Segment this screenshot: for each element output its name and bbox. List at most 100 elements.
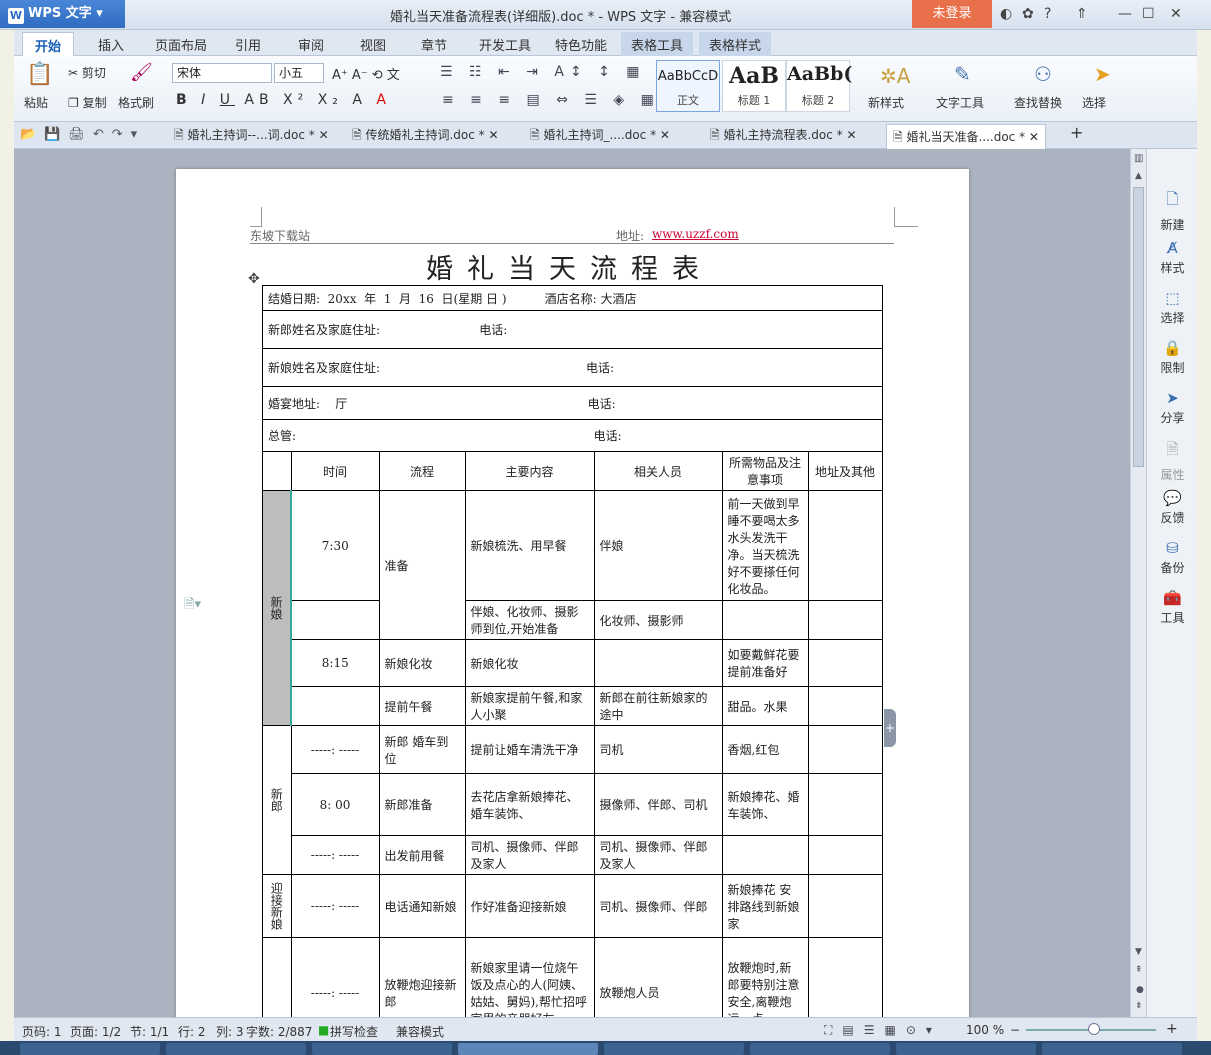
table-cell[interactable]: 甜品。水果 <box>721 686 809 726</box>
vertical-scrollbar[interactable]: ▥ ▲ ▼ ⇞ ● ⇟ <box>1130 149 1146 1017</box>
tab-view[interactable]: 视图 <box>360 35 386 54</box>
table-cell[interactable]: 7:30 <box>290 490 380 601</box>
table-cell[interactable]: 新娘化妆 <box>464 639 595 687</box>
table-cell[interactable] <box>807 874 883 938</box>
next-page-icon[interactable]: ⇟ <box>1135 1001 1143 1011</box>
table-cell[interactable] <box>807 639 883 687</box>
taskbar-item[interactable] <box>896 1043 1036 1055</box>
view-mode-icons[interactable]: ⛶▤☰▦⊙▾ <box>824 1023 942 1038</box>
zoom-slider-handle[interactable] <box>1088 1023 1100 1035</box>
table-cell[interactable]: 司机、摄像师、伴郎 <box>593 874 723 938</box>
table-cell[interactable]: 新娘家提前午餐,和家人小聚 <box>464 686 595 726</box>
taskbar-item[interactable] <box>750 1043 890 1055</box>
table-cell[interactable] <box>721 600 809 640</box>
cut-button[interactable]: ✂ 剪切 <box>68 64 106 81</box>
doc-tab-3[interactable]: 🗎 婚礼主持词_....doc * ✕ <box>530 126 670 147</box>
help-icon[interactable]: ? <box>1044 6 1051 22</box>
close-icon[interactable]: ✕ <box>1170 6 1182 22</box>
doc-tab-2[interactable]: 🗎 传统婚礼主持词.doc * ✕ <box>352 126 499 147</box>
table-cell[interactable]: 新娘梳洗、用早餐 <box>464 490 595 601</box>
font-grow-shrink-icon[interactable]: A⁺ A⁻ ⟲ 文 <box>332 64 400 83</box>
panel-feedback[interactable]: 💬 反馈 <box>1147 489 1198 526</box>
table-cell[interactable] <box>290 686 380 726</box>
spell-check-icon[interactable]: ■ <box>318 1023 329 1037</box>
font-family-select[interactable]: 宋体 <box>172 63 272 83</box>
paste-icon[interactable]: 📋 <box>26 62 53 87</box>
taskbar-item[interactable] <box>458 1043 598 1055</box>
panel-tools[interactable]: 🧰 工具 <box>1147 589 1198 626</box>
table-cell[interactable] <box>807 686 883 726</box>
quick-access-icons[interactable]: 📂💾🖨↶↷▾ <box>20 127 145 142</box>
tab-features[interactable]: 特色功能 <box>555 35 607 54</box>
panel-restrict[interactable]: 🔒 限制 <box>1147 339 1198 376</box>
table-cell[interactable] <box>290 600 380 640</box>
table-cell[interactable]: -----: ----- <box>290 937 380 1017</box>
table-cell[interactable]: 司机、摄像师、伴郎及家人 <box>593 835 723 875</box>
table-cell[interactable]: 放鞭炮迎接新郎 <box>378 937 466 1017</box>
table-cell[interactable] <box>721 835 809 875</box>
table-cell[interactable]: 化妆师、摄影师 <box>593 600 723 640</box>
app-menu-button[interactable]: W WPS 文字 ▾ <box>0 0 125 28</box>
list-indent-icons[interactable]: ☰ ☷ ⇤ ⇥ A↕ ↕ ▦ <box>440 64 646 80</box>
binoculars-icon[interactable]: ⚇ <box>1034 62 1052 86</box>
copy-button[interactable]: ❐ 复制 <box>68 94 107 111</box>
settings-icon[interactable]: ✿ <box>1022 6 1034 22</box>
tab-references[interactable]: 引用 <box>235 35 261 54</box>
table-cell[interactable]: 摄像师、伴郎、司机 <box>593 773 723 836</box>
table-cell[interactable] <box>807 937 883 1017</box>
table-cell[interactable]: 电话通知新娘 <box>378 874 466 938</box>
table-cell[interactable]: 8: 00 <box>290 773 380 836</box>
info-banquet[interactable]: 婚宴地址: 厅 电话: <box>262 386 883 420</box>
panel-properties[interactable]: 🗎 属性 <box>1147 439 1198 483</box>
info-groom[interactable]: 新郎姓名及家庭住址: 电话: <box>262 310 883 349</box>
add-column-handle[interactable]: + <box>884 709 896 747</box>
status-word-count[interactable]: 字数: 2/887 <box>246 1023 312 1040</box>
style-heading-1[interactable]: AaB 标题 1 <box>722 60 786 112</box>
table-cell[interactable] <box>807 600 883 640</box>
taskbar-item[interactable] <box>20 1043 160 1055</box>
table-cell[interactable]: 作好准备迎接新娘 <box>464 874 595 938</box>
table-cell[interactable]: 香烟,红包 <box>721 725 809 774</box>
table-cell[interactable] <box>807 835 883 875</box>
table-cell[interactable]: -----: ----- <box>290 835 380 875</box>
tab-developer[interactable]: 开发工具 <box>479 35 531 54</box>
doc-tab-1[interactable]: 🗎 婚礼主持词--...词.doc * ✕ <box>174 126 329 147</box>
table-cell[interactable] <box>593 639 723 687</box>
table-cell[interactable]: 新娘捧花 安排路线到新娘家 <box>721 874 809 938</box>
skin-icon[interactable]: ◐ <box>1000 6 1012 22</box>
group-bride[interactable]: 新娘 <box>262 490 292 726</box>
table-cell[interactable]: 司机 <box>593 725 723 774</box>
table-cell[interactable]: 新娘化妆 <box>378 639 466 687</box>
browse-object-icon[interactable]: ● <box>1136 985 1144 995</box>
new-style-icon[interactable]: ✲A <box>880 64 910 88</box>
font-style-buttons[interactable]: B I U AB X² X₂ A A <box>176 92 391 108</box>
table-header-cell[interactable]: 时间 <box>290 451 380 491</box>
find-replace-button[interactable]: 查找替换 <box>1014 94 1062 111</box>
paste-button[interactable]: 粘贴 <box>24 94 48 111</box>
font-size-select[interactable]: 小五 <box>274 63 324 83</box>
group-groom[interactable]: 新郎 <box>262 725 292 875</box>
table-cell[interactable]: -----: ----- <box>290 874 380 938</box>
table-cell[interactable]: 前一天做到早睡不要喝太多水头发洗干净。当天梳洗好不要搽任何化妆品。 <box>721 490 809 601</box>
info-bride[interactable]: 新娘姓名及家庭住址: 电话: <box>262 348 883 387</box>
panel-select[interactable]: ⬚ 选择 <box>1147 289 1198 326</box>
table-header-cell[interactable]: 所需物品及注意事项 <box>721 451 809 491</box>
info-wedding-date[interactable]: 结婚日期: 20xx 年 1 月 16 日(星期 日 ) 酒店名称: 大酒店 <box>262 285 883 311</box>
format-painter-icon[interactable]: 🖌 <box>130 62 153 83</box>
table-cell[interactable] <box>807 773 883 836</box>
tab-page-layout[interactable]: 页面布局 <box>155 35 207 54</box>
taskbar-item[interactable] <box>1042 1043 1182 1055</box>
taskbar-item[interactable] <box>166 1043 306 1055</box>
table-cell[interactable]: 新郎 婚车到位 <box>378 725 466 774</box>
text-tools-button[interactable]: 文字工具 <box>936 94 984 111</box>
status-spell-check[interactable]: 拼写检查 <box>330 1023 378 1040</box>
table-move-handle-icon[interactable]: ✥ <box>248 271 260 287</box>
select-button[interactable]: 选择 <box>1082 94 1106 111</box>
login-button[interactable]: 未登录 <box>912 0 992 28</box>
table-cell[interactable]: 新娘捧花、婚车装饰、 <box>721 773 809 836</box>
table-cell[interactable]: 司机、摄像师、伴郎及家人 <box>464 835 595 875</box>
split-icon[interactable]: ▥ <box>1134 153 1143 164</box>
table-cell[interactable]: 新娘家里请一位烧午饭及点心的人(阿姨、姑姑、舅妈),帮忙招呼家里的亲朋好友。 <box>464 937 595 1017</box>
tab-review[interactable]: 审阅 <box>298 35 324 54</box>
panel-style[interactable]: A̸ 样式 <box>1147 239 1198 276</box>
